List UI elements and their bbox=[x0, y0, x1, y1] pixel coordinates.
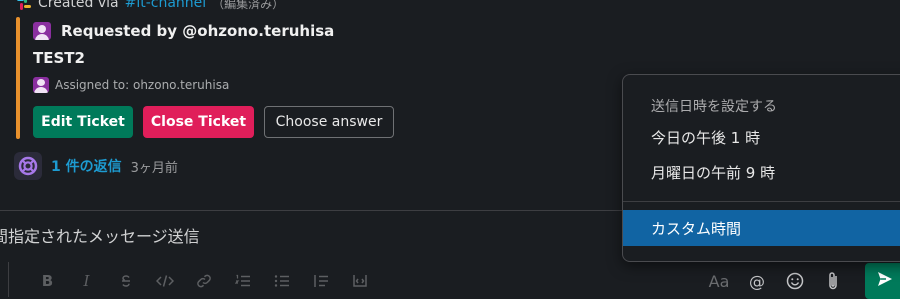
slack-logo-icon bbox=[16, 0, 32, 11]
attachment-accent-bar bbox=[16, 17, 20, 139]
choose-answer-button[interactable]: Choose answer bbox=[264, 106, 394, 138]
message-input[interactable]: 間指定されたメッセージ送信 bbox=[0, 223, 200, 247]
italic-label: I bbox=[83, 272, 90, 290]
schedule-send-menu: 送信日時を設定する 今日の午後 1 時 月曜日の午前 9 時 カスタム時間 bbox=[622, 74, 900, 262]
ticket-title: TEST2 bbox=[33, 49, 85, 67]
channel-link[interactable]: #it-channel bbox=[125, 0, 207, 11]
created-via-line: Created via #it-channel （編集済み） bbox=[16, 0, 284, 12]
edited-label: （編集済み） bbox=[212, 0, 285, 11]
schedule-monday-9am[interactable]: 月曜日の午前 9 時 bbox=[623, 154, 900, 190]
ordered-list-icon[interactable] bbox=[223, 270, 262, 292]
schedule-menu-header: 送信日時を設定する bbox=[651, 99, 777, 115]
attachment-icon[interactable] bbox=[814, 268, 852, 294]
send-button[interactable] bbox=[865, 263, 900, 299]
schedule-custom-time[interactable]: カスタム時間 bbox=[623, 210, 900, 246]
assigned-text: Assigned to: ohzono.teruhisa bbox=[55, 78, 230, 92]
edit-ticket-button[interactable]: Edit Ticket bbox=[33, 106, 133, 138]
user-avatar[interactable] bbox=[33, 22, 51, 40]
requested-by-text: Requested by @ohzono.teruhisa bbox=[61, 22, 335, 40]
composer-edge bbox=[8, 262, 9, 297]
requested-by-row: Requested by @ohzono.teruhisa bbox=[33, 22, 334, 40]
composer-right-tools: Aa @ bbox=[700, 268, 852, 294]
menu-divider bbox=[623, 201, 900, 202]
lifebuoy-icon bbox=[14, 152, 42, 180]
assignee-avatar bbox=[33, 77, 49, 93]
bold-label: B bbox=[41, 272, 54, 290]
close-ticket-button[interactable]: Close Ticket bbox=[143, 106, 254, 138]
thread-replies-row[interactable]: 1 件の返信 3ヶ月前 bbox=[14, 152, 178, 180]
code-block-icon[interactable] bbox=[340, 270, 379, 292]
link-icon[interactable] bbox=[184, 270, 223, 292]
blockquote-icon[interactable] bbox=[301, 270, 340, 292]
bold-icon[interactable]: B bbox=[28, 270, 67, 292]
strikethrough-icon[interactable] bbox=[106, 270, 145, 292]
reply-count-link[interactable]: 1 件の返信 bbox=[51, 156, 122, 176]
mention-icon[interactable]: @ bbox=[738, 268, 776, 294]
code-icon[interactable] bbox=[145, 270, 184, 292]
emoji-icon[interactable] bbox=[776, 268, 814, 294]
italic-icon[interactable]: I bbox=[67, 270, 106, 292]
send-icon bbox=[876, 270, 894, 292]
text-format-icon[interactable]: Aa bbox=[700, 268, 738, 294]
reply-timestamp: 3ヶ月前 bbox=[130, 160, 178, 176]
created-via-label: Created via bbox=[38, 0, 119, 11]
bulleted-list-icon[interactable] bbox=[262, 270, 301, 292]
formatting-toolbar: B I bbox=[28, 270, 379, 292]
assigned-row: Assigned to: ohzono.teruhisa bbox=[33, 77, 229, 93]
schedule-today-1pm[interactable]: 今日の午後 1 時 bbox=[623, 119, 900, 155]
